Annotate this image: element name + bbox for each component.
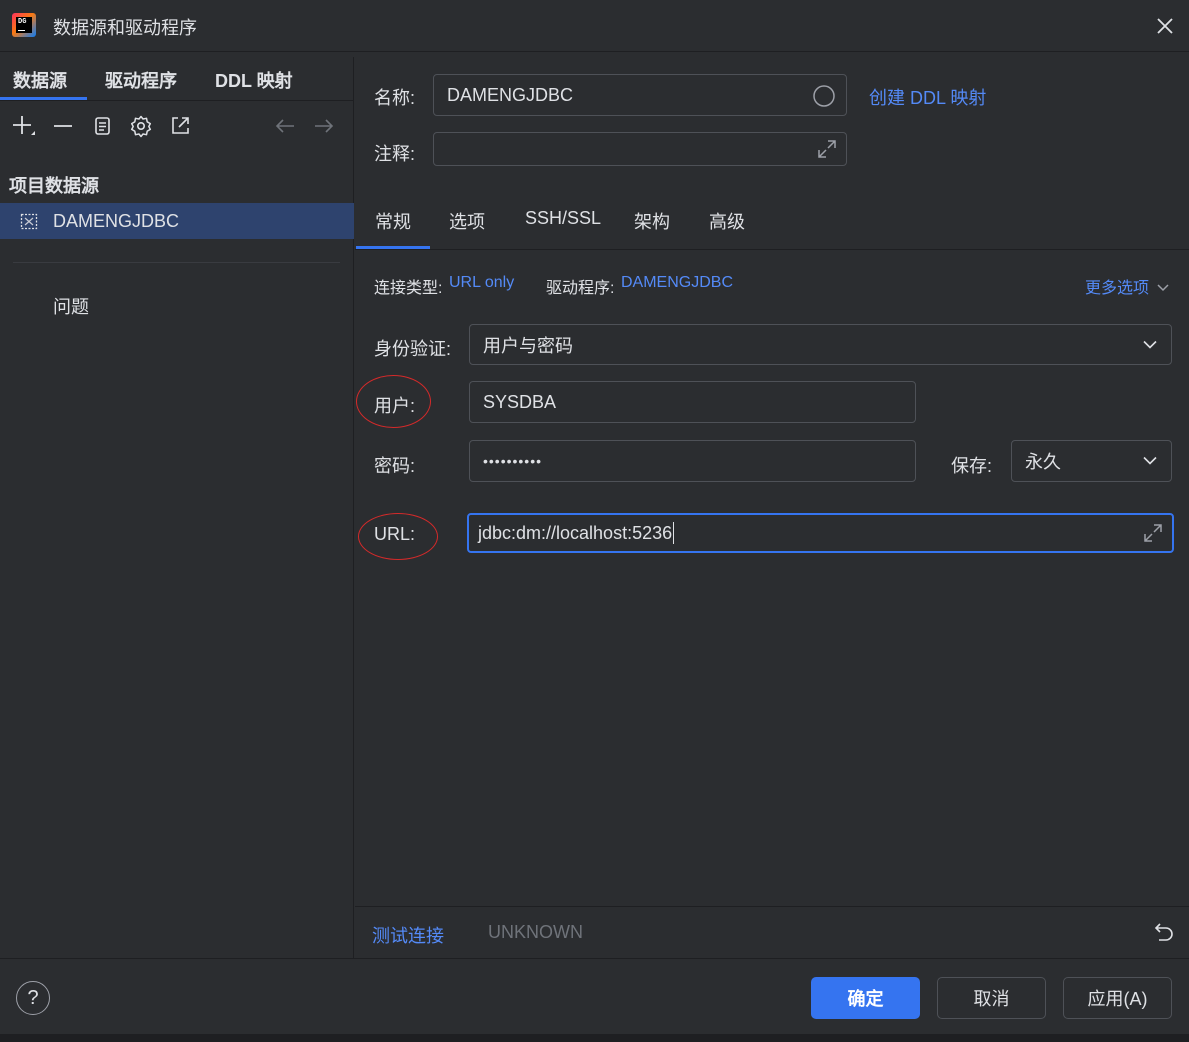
- close-icon: [1157, 18, 1173, 34]
- password-field[interactable]: ••••••••••: [469, 440, 916, 482]
- close-button[interactable]: [1151, 12, 1179, 40]
- more-options-label: 更多选项: [1085, 280, 1150, 297]
- test-connection-link[interactable]: 测试连接: [372, 922, 444, 948]
- tab-schemas[interactable]: 架构: [634, 208, 670, 234]
- back-button[interactable]: [272, 113, 298, 139]
- active-tab-indicator: [356, 246, 430, 249]
- chevron-down-icon: [1143, 456, 1157, 465]
- window-title: 数据源和驱动程序: [53, 18, 197, 38]
- password-label: 密码:: [374, 456, 416, 476]
- connection-type-label: 连接类型:: [374, 280, 443, 297]
- auth-label: 身份验证:: [374, 339, 452, 359]
- auth-select[interactable]: 用户与密码: [469, 324, 1172, 365]
- save-select[interactable]: 永久: [1011, 440, 1172, 482]
- divider: [13, 262, 340, 263]
- apply-button[interactable]: 应用(A): [1063, 977, 1172, 1019]
- save-select-value: 永久: [1025, 452, 1061, 472]
- dialog-footer: ? 确定 取消 应用(A): [0, 958, 1189, 1042]
- arrow-left-icon: [275, 119, 294, 133]
- settings-button[interactable]: [128, 113, 154, 139]
- datasource-item-label: DAMENGJDBC: [53, 211, 180, 231]
- duplicate-button[interactable]: [89, 113, 115, 139]
- copy-icon: [95, 117, 110, 135]
- more-options-link[interactable]: 更多选项: [1085, 274, 1169, 298]
- url-field-value: jdbc:dm://localhost:5236: [478, 522, 673, 543]
- left-tabs: 数据源 驱动程序 DDL 映射: [0, 57, 354, 101]
- tab-drivers[interactable]: 驱动程序: [105, 67, 177, 93]
- name-label: 名称:: [374, 88, 416, 108]
- datasource-item-damengjdbc[interactable]: DAMENGJDBC: [0, 203, 354, 239]
- external-link-icon: [172, 117, 189, 134]
- comment-field[interactable]: [433, 132, 847, 166]
- window-bottom-edge: [0, 1034, 1189, 1042]
- active-tab-indicator: [0, 97, 87, 100]
- help-button[interactable]: ?: [16, 981, 50, 1015]
- plus-icon: [13, 116, 35, 135]
- minus-icon: [54, 125, 72, 127]
- project-datasources-heading: 项目数据源: [9, 176, 99, 196]
- tab-ddl-mappings[interactable]: DDL 映射: [215, 67, 293, 93]
- open-external-button[interactable]: [167, 113, 193, 139]
- arrow-right-icon: [315, 119, 334, 133]
- app-logo-icon: DG: [12, 13, 36, 37]
- connection-type-link[interactable]: URL only: [449, 274, 514, 292]
- driver-link[interactable]: DAMENGJDBC: [621, 274, 733, 292]
- auth-select-value: 用户与密码: [483, 335, 573, 356]
- save-label: 保存:: [951, 456, 993, 476]
- name-field-value: DAMENGJDBC: [447, 84, 574, 105]
- gear-icon: [130, 115, 152, 138]
- comment-label: 注释:: [374, 144, 416, 164]
- tab-datasources[interactable]: 数据源: [13, 67, 67, 93]
- tab-ssh-ssl[interactable]: SSH/SSL: [525, 208, 601, 229]
- problems-item[interactable]: 问题: [53, 293, 89, 319]
- connection-status-bar: 测试连接 UNKNOWN: [355, 906, 1189, 959]
- cancel-button[interactable]: 取消: [937, 977, 1046, 1019]
- user-field[interactable]: SYSDBA: [469, 381, 916, 423]
- user-field-value: SYSDBA: [483, 391, 557, 412]
- tab-advanced[interactable]: 高级: [709, 208, 745, 234]
- name-field[interactable]: DAMENGJDBC: [433, 74, 847, 116]
- left-panel: 数据源 驱动程序 DDL 映射 项目数据源 DAMENGJDBC 问题: [0, 57, 354, 959]
- chevron-down-icon: [1157, 284, 1169, 292]
- url-label: URL:: [374, 524, 416, 544]
- add-button[interactable]: [10, 113, 36, 139]
- revert-icon[interactable]: [1153, 921, 1175, 943]
- text-cursor: [673, 522, 675, 544]
- remove-button[interactable]: [50, 113, 76, 139]
- user-label: 用户:: [374, 396, 416, 416]
- forward-button[interactable]: [311, 113, 337, 139]
- title-bar: DG 数据源和驱动程序: [0, 0, 1189, 52]
- url-field[interactable]: jdbc:dm://localhost:5236: [467, 513, 1174, 553]
- driver-label: 驱动程序:: [546, 280, 615, 297]
- settings-tabs: 常规 选项 SSH/SSL 架构 高级: [355, 192, 1189, 250]
- datasource-toolbar: [0, 113, 354, 143]
- expand-icon[interactable]: [816, 138, 838, 160]
- test-result-status: UNKNOWN: [488, 922, 583, 942]
- chevron-down-icon: [1143, 340, 1157, 349]
- right-panel: 名称: DAMENGJDBC 创建 DDL 映射 注释: 常规 选项 SSH/S…: [355, 57, 1189, 959]
- datasource-icon: [20, 213, 38, 230]
- help-icon: ?: [27, 986, 39, 1009]
- tab-options[interactable]: 选项: [449, 208, 485, 234]
- expand-icon[interactable]: [1142, 522, 1164, 544]
- ok-button[interactable]: 确定: [811, 977, 920, 1019]
- password-field-value: ••••••••••: [483, 453, 543, 469]
- create-ddl-mapping-link[interactable]: 创建 DDL 映射: [869, 84, 986, 110]
- tab-general[interactable]: 常规: [375, 208, 411, 234]
- color-circle-icon[interactable]: [812, 84, 836, 108]
